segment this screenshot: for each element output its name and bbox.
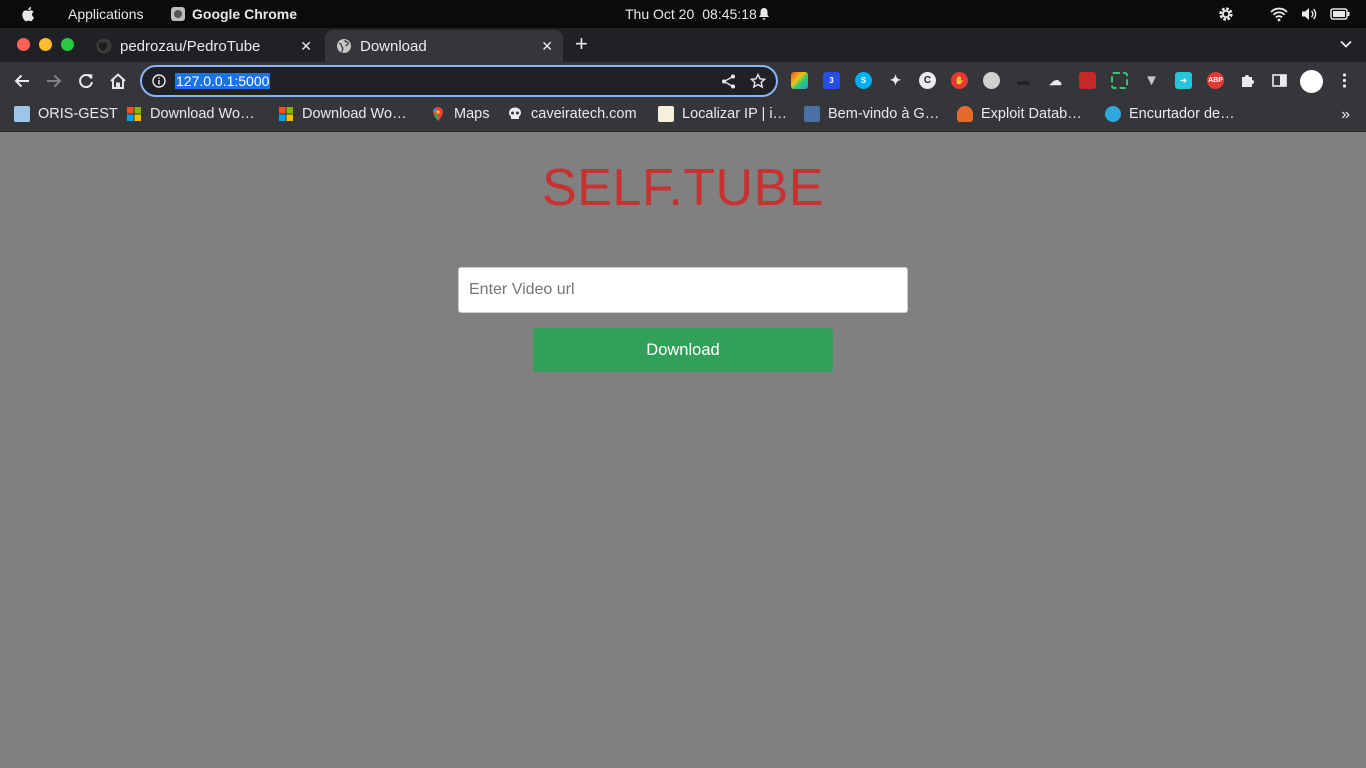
- applications-menu[interactable]: Applications: [68, 6, 144, 22]
- bookmark-bem-vindo[interactable]: Bem-vindo à G…: [804, 106, 939, 122]
- window-minimize-button[interactable]: [39, 38, 52, 51]
- bookmark-maps[interactable]: Maps: [430, 106, 489, 122]
- bookmark-label: Encurtador de…: [1129, 106, 1235, 122]
- page-title: SELF.TUBE: [542, 159, 824, 217]
- bookmark-label: caveiratech.com: [531, 106, 637, 122]
- skull-icon: [509, 107, 521, 119]
- bookmark-star-icon[interactable]: [750, 73, 766, 89]
- back-arrow-icon[interactable]: [13, 72, 31, 90]
- browser-toolbar: 127.0.0.1:5000 3 S ✦ C ✋ ▬ ☁ ▼ ➜ ABP: [0, 62, 1366, 100]
- new-tab-button[interactable]: +: [575, 33, 588, 55]
- active-app-menu[interactable]: Google Chrome: [171, 6, 297, 22]
- bookmarks-overflow-icon[interactable]: »: [1341, 106, 1350, 124]
- tab-title: pedrozau/PedroTube: [120, 37, 261, 55]
- grid-red-icon[interactable]: [1079, 72, 1096, 89]
- tab-title: Download: [360, 37, 427, 55]
- c-icon[interactable]: C: [919, 72, 936, 89]
- download-button[interactable]: Download: [533, 328, 833, 372]
- puzzle-icon[interactable]: [1239, 72, 1256, 89]
- bookmark-label: ORIS-GEST: [38, 106, 118, 122]
- page-content: SELF.TUBE Download: [0, 133, 1366, 768]
- bookmark-oris-gest[interactable]: ORIS-GEST: [14, 106, 118, 122]
- microsoft-icon: [127, 107, 141, 121]
- bookmark-label: Maps: [454, 106, 490, 122]
- css-icon[interactable]: 3: [823, 72, 840, 89]
- bookmark-label: Download Wo…: [302, 106, 407, 122]
- clock-time: 08:45:18: [702, 6, 757, 22]
- bookmark-label: Exploit Datab…: [981, 106, 1082, 122]
- bookmark-caveiratech[interactable]: caveiratech.com: [507, 106, 637, 122]
- home-icon[interactable]: [109, 72, 127, 90]
- bookmark-download-word-1[interactable]: Download Wo…: [126, 106, 255, 122]
- skype-icon[interactable]: S: [855, 72, 872, 89]
- clock-date: Thu Oct 20: [625, 6, 695, 22]
- bookmark-encurtador[interactable]: Encurtador de…: [1105, 106, 1235, 122]
- book-icon: [14, 106, 30, 122]
- volume-icon[interactable]: [1301, 6, 1317, 22]
- abp-icon[interactable]: ABP: [1207, 72, 1224, 89]
- info-icon[interactable]: [152, 74, 166, 88]
- cube-icon[interactable]: [791, 72, 808, 89]
- active-app-name: Google Chrome: [192, 6, 298, 22]
- tab-close-icon[interactable]: ✕: [541, 38, 553, 55]
- clock[interactable]: Thu Oct 20 08:45:18: [625, 6, 757, 22]
- microsoft-icon: [279, 107, 293, 121]
- github-icon: [96, 38, 112, 54]
- chrome-app-icon: [171, 7, 185, 21]
- bookmark-label: Download Wo…: [150, 106, 255, 122]
- hat-icon[interactable]: ▬: [1015, 72, 1032, 89]
- profile-avatar[interactable]: [1300, 70, 1323, 93]
- settings-gear-icon[interactable]: [1217, 6, 1235, 22]
- tab-search-chevron-icon[interactable]: [1340, 38, 1352, 50]
- bookmark-download-word-2[interactable]: Download Wo…: [278, 106, 407, 122]
- bug-icon: [957, 106, 973, 122]
- hand-stop-icon[interactable]: ✋: [951, 72, 968, 89]
- bookmark-localizar-ip[interactable]: Localizar IP | i…: [658, 106, 787, 122]
- v-icon[interactable]: ▼: [1143, 72, 1160, 89]
- system-top-bar: Applications Google Chrome Thu Oct 20 08…: [0, 0, 1366, 28]
- maps-pin-icon: [433, 107, 443, 121]
- bookmark-label: Localizar IP | i…: [682, 106, 788, 122]
- building-icon: [804, 106, 820, 122]
- cloud-icon[interactable]: ☁: [1047, 72, 1064, 89]
- wifi-icon[interactable]: [1270, 6, 1288, 22]
- tab-close-icon[interactable]: ✕: [300, 38, 312, 55]
- battery-icon[interactable]: [1330, 6, 1350, 22]
- sidepanel-icon[interactable]: [1271, 72, 1288, 89]
- kebab-menu-icon[interactable]: [1336, 72, 1353, 89]
- globe-icon: [337, 39, 351, 53]
- arrow-box-icon[interactable]: ➜: [1175, 72, 1192, 89]
- screenshot-icon[interactable]: [1111, 72, 1128, 89]
- window-close-button[interactable]: [17, 38, 30, 51]
- window-maximize-button[interactable]: [61, 38, 74, 51]
- video-url-input[interactable]: [458, 267, 908, 313]
- bookmarks-bar: ORIS-GEST Download Wo… Download Wo… Maps…: [0, 100, 1366, 132]
- tab-strip: pedrozau/PedroTube ✕ Download ✕ +: [0, 28, 1366, 62]
- apple-icon[interactable]: [19, 5, 37, 23]
- bell-icon[interactable]: [758, 7, 770, 21]
- address-bar[interactable]: 127.0.0.1:5000: [140, 65, 778, 97]
- notepad-icon: [658, 106, 674, 122]
- tab-pedrotube[interactable]: pedrozau/PedroTube ✕: [88, 30, 322, 62]
- bookmark-exploit-db[interactable]: Exploit Datab…: [957, 106, 1082, 122]
- bookmark-label: Bem-vindo à G…: [828, 106, 940, 122]
- tab-download[interactable]: Download ✕: [325, 30, 563, 62]
- address-url[interactable]: 127.0.0.1:5000: [175, 73, 271, 89]
- reload-icon[interactable]: [77, 72, 95, 90]
- share-icon[interactable]: [721, 74, 736, 89]
- cat-icon[interactable]: ✦: [887, 72, 904, 89]
- link-icon: [1105, 106, 1121, 122]
- helmet-icon[interactable]: [983, 72, 1000, 89]
- forward-arrow-icon[interactable]: [45, 72, 63, 90]
